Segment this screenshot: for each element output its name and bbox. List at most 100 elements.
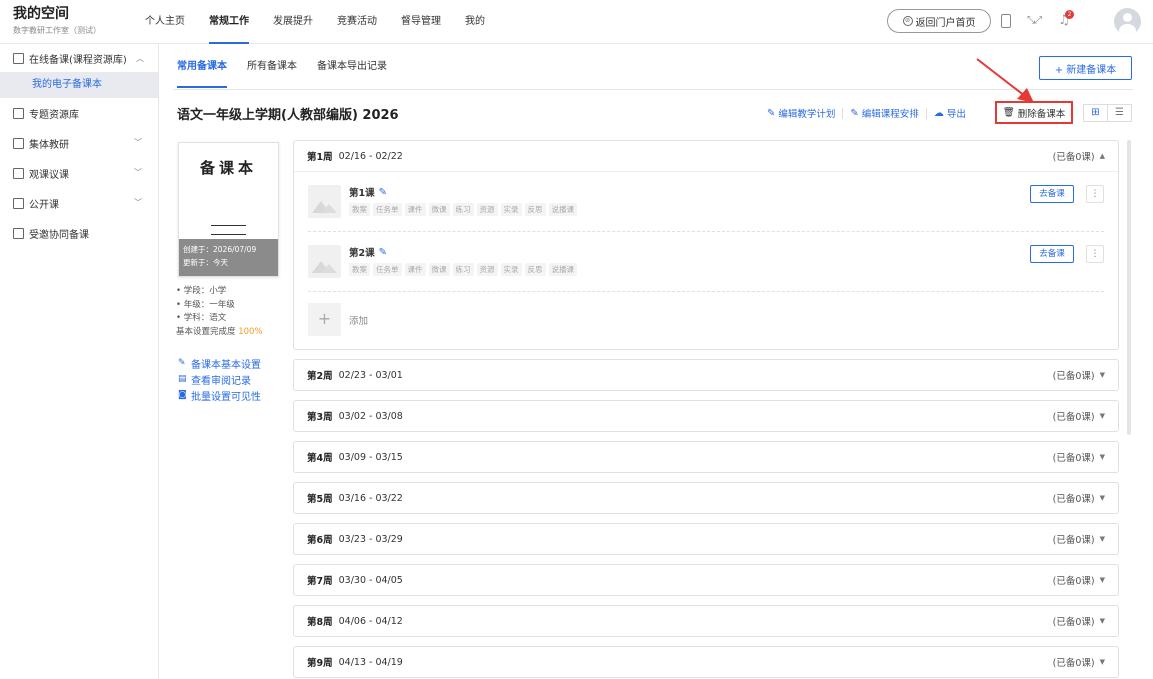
chip[interactable]: 任务单 [373, 203, 402, 216]
sidebar-item-my-ebook[interactable]: 我的电子备课本 [0, 72, 158, 98]
chip[interactable]: 实录 [500, 263, 522, 276]
week-range: 03/02 - 03/08 [338, 410, 403, 422]
chip[interactable]: 微课 [428, 263, 450, 276]
nav-item-home[interactable]: 个人主页 [145, 0, 185, 44]
avatar[interactable] [1114, 8, 1141, 35]
nav-item-development[interactable]: 发展提升 [273, 0, 313, 44]
week-panel[interactable]: 第5周 03/16 - 03/22 (已备0课) ▼ [293, 482, 1119, 514]
sidebar-item-lesson-observation[interactable]: 观课议课 ﹀ [0, 158, 158, 188]
lesson-row: 第2课 ✎ 教案 任务单 课件 微课 练习 资源 实录 反思 说播课 去备课 ⋮ [308, 232, 1104, 292]
week-header[interactable]: 第6周 03/23 - 03/29 (已备0课) ▼ [294, 524, 1118, 554]
nav-item-competition[interactable]: 竞赛活动 [337, 0, 377, 44]
week-range: 04/13 - 04/19 [338, 656, 403, 668]
week-label: 第5周 [307, 494, 333, 505]
trash-icon: 🗑 [1002, 107, 1015, 118]
chip[interactable]: 任务单 [373, 263, 402, 276]
sidebar-item-label: 观课议课 [29, 169, 69, 181]
chip[interactable]: 反思 [524, 203, 546, 216]
new-book-button[interactable]: + 新建备课本 [1039, 56, 1132, 80]
week-header[interactable]: 第5周 03/16 - 03/22 (已备0课) ▼ [294, 483, 1118, 513]
go-prepare-button[interactable]: 去备课 [1030, 245, 1074, 263]
more-icon[interactable]: ⋮ [1086, 245, 1104, 263]
fullscreen-icon[interactable]: ⤡⤢ [1027, 12, 1042, 30]
chip[interactable]: 教案 [349, 263, 370, 276]
edit-schedule-label: 编辑课程安排 [861, 109, 919, 120]
tablet-icon[interactable] [999, 12, 1013, 30]
week-header[interactable]: 第4周 03/09 - 03/15 (已备0课) ▼ [294, 442, 1118, 472]
chip[interactable]: 练习 [452, 263, 474, 276]
nav-item-routine-work[interactable]: 常规工作 [209, 0, 249, 44]
tab-export-records[interactable]: 备课本导出记录 [317, 44, 387, 89]
week-panel[interactable]: 第4周 03/09 - 03/15 (已备0课) ▼ [293, 441, 1119, 473]
tab-all-books[interactable]: 所有备课本 [247, 44, 297, 89]
sidebar-item-invited-coprep[interactable]: 受邀协同备课 [0, 218, 158, 248]
scrollbar[interactable] [1127, 140, 1131, 435]
brand[interactable]: 我的空间 数字教研工作室（测试） [13, 6, 101, 36]
info-progress: 基本设置完成度 100% [176, 326, 263, 340]
week-status: (已备0课) [1052, 576, 1095, 587]
lesson-row: 第1课 ✎ 教案 任务单 课件 微课 练习 资源 实录 反思 说播课 去备课 ⋮ [308, 172, 1104, 232]
review-records-label: 查看审阅记录 [191, 375, 251, 387]
nav-item-mine[interactable]: 我的 [465, 0, 485, 44]
review-records-link[interactable]: ▤ 查看审阅记录 [178, 371, 261, 387]
week-header[interactable]: 第3周 03/02 - 03/08 (已备0课) ▼ [294, 401, 1118, 431]
plus-icon[interactable]: + [308, 303, 341, 336]
week-header[interactable]: 第1周 02/16 - 02/22 (已备0课) ▲ [294, 141, 1118, 172]
sidebar-item-online-prep[interactable]: 在线备课(课程资源库) ︿ [0, 44, 158, 72]
basic-settings-link[interactable]: ✎ 备课本基本设置 [178, 355, 261, 371]
tab-common-books[interactable]: 常用备课本 [177, 44, 227, 89]
week-panel[interactable]: 第2周 02/23 - 03/01 (已备0课) ▼ [293, 359, 1119, 391]
export-button[interactable]: ☁ 导出 [934, 106, 966, 121]
app-title: 我的空间 [13, 6, 69, 22]
more-icon[interactable]: ⋮ [1086, 185, 1104, 203]
notification-badge: 2 [1065, 10, 1074, 19]
week-header[interactable]: 第7周 03/30 - 04/05 (已备0课) ▼ [294, 565, 1118, 595]
chip[interactable]: 微课 [428, 203, 450, 216]
go-prepare-button[interactable]: 去备课 [1030, 185, 1074, 203]
grid-view-icon[interactable]: ⊞ [1084, 105, 1107, 121]
week-panel[interactable]: 第7周 03/30 - 04/05 (已备0课) ▼ [293, 564, 1119, 596]
info-stage: • 学段：小学 [176, 286, 227, 296]
sidebar-item-collective-research[interactable]: 集体教研 ﹀ [0, 128, 158, 158]
edit-icon[interactable]: ✎ [379, 247, 387, 258]
chip[interactable]: 资源 [476, 203, 498, 216]
caret-up-icon: ▲ [1099, 152, 1105, 160]
chip[interactable]: 说播课 [548, 203, 577, 216]
week-header[interactable]: 第2周 02/23 - 03/01 (已备0课) ▼ [294, 360, 1118, 390]
sidebar: 在线备课(课程资源库) ︿ 我的电子备课本 专题资源库 集体教研 ﹀ 观课议课 … [0, 44, 159, 679]
chip[interactable]: 课件 [404, 263, 426, 276]
week-panel[interactable]: 第6周 03/23 - 03/29 (已备0课) ▼ [293, 523, 1119, 555]
week-panel[interactable]: 第8周 04/06 - 04/12 (已备0课) ▼ [293, 605, 1119, 637]
week-panel[interactable]: 第9周 04/13 - 04/19 (已备0课) ▼ [293, 646, 1119, 678]
chip[interactable]: 课件 [404, 203, 426, 216]
nav-item-supervision[interactable]: 督导管理 [401, 0, 441, 44]
chevron-down-icon: ﹀ [134, 168, 142, 177]
edit-icon[interactable]: ✎ [379, 187, 387, 198]
book-actions: ✎ 编辑教学计划 ✎ 编辑课程安排 ☁ 导出 [767, 104, 966, 122]
list-view-icon[interactable]: ☰ [1107, 105, 1131, 121]
sidebar-item-label: 公开课 [29, 199, 59, 211]
week-status: (已备0课) [1052, 453, 1095, 464]
sidebar-item-open-class[interactable]: 公开课 ﹀ [0, 188, 158, 218]
week-status: (已备0课) [1052, 494, 1095, 505]
book-info: • 学段：小学 • 年级：一年级 • 学科：语文 基本设置完成度 100% [176, 285, 263, 339]
add-lesson-row[interactable]: + 添加 [308, 292, 1104, 349]
chip[interactable]: 资源 [476, 263, 498, 276]
edit-schedule-button[interactable]: ✎ 编辑课程安排 [850, 106, 919, 121]
chip[interactable]: 实录 [500, 203, 522, 216]
delete-book-button[interactable]: 🗑 删除备课本 [995, 101, 1073, 124]
sidebar-item-topic-library[interactable]: 专题资源库 [0, 98, 158, 128]
week-header[interactable]: 第8周 04/06 - 04/12 (已备0课) ▼ [294, 606, 1118, 636]
week-header[interactable]: 第9周 04/13 - 04/19 (已备0课) ▼ [294, 647, 1118, 677]
visibility-link[interactable]: ◙ 批量设置可见性 [178, 387, 261, 403]
chip[interactable]: 练习 [452, 203, 474, 216]
edit-plan-button[interactable]: ✎ 编辑教学计划 [767, 106, 835, 121]
chip[interactable]: 反思 [524, 263, 546, 276]
book-cover[interactable]: 备课本 创建于：2026/07/09 更新于：今天 [178, 142, 279, 277]
return-portal-button[interactable]: ⊘ 返回门户首页 [887, 9, 991, 33]
week-panel[interactable]: 第3周 03/02 - 03/08 (已备0课) ▼ [293, 400, 1119, 432]
chip[interactable]: 教案 [349, 203, 370, 216]
week-label: 第2周 [307, 371, 333, 382]
week-label: 第6周 [307, 535, 333, 546]
chip[interactable]: 说播课 [548, 263, 577, 276]
